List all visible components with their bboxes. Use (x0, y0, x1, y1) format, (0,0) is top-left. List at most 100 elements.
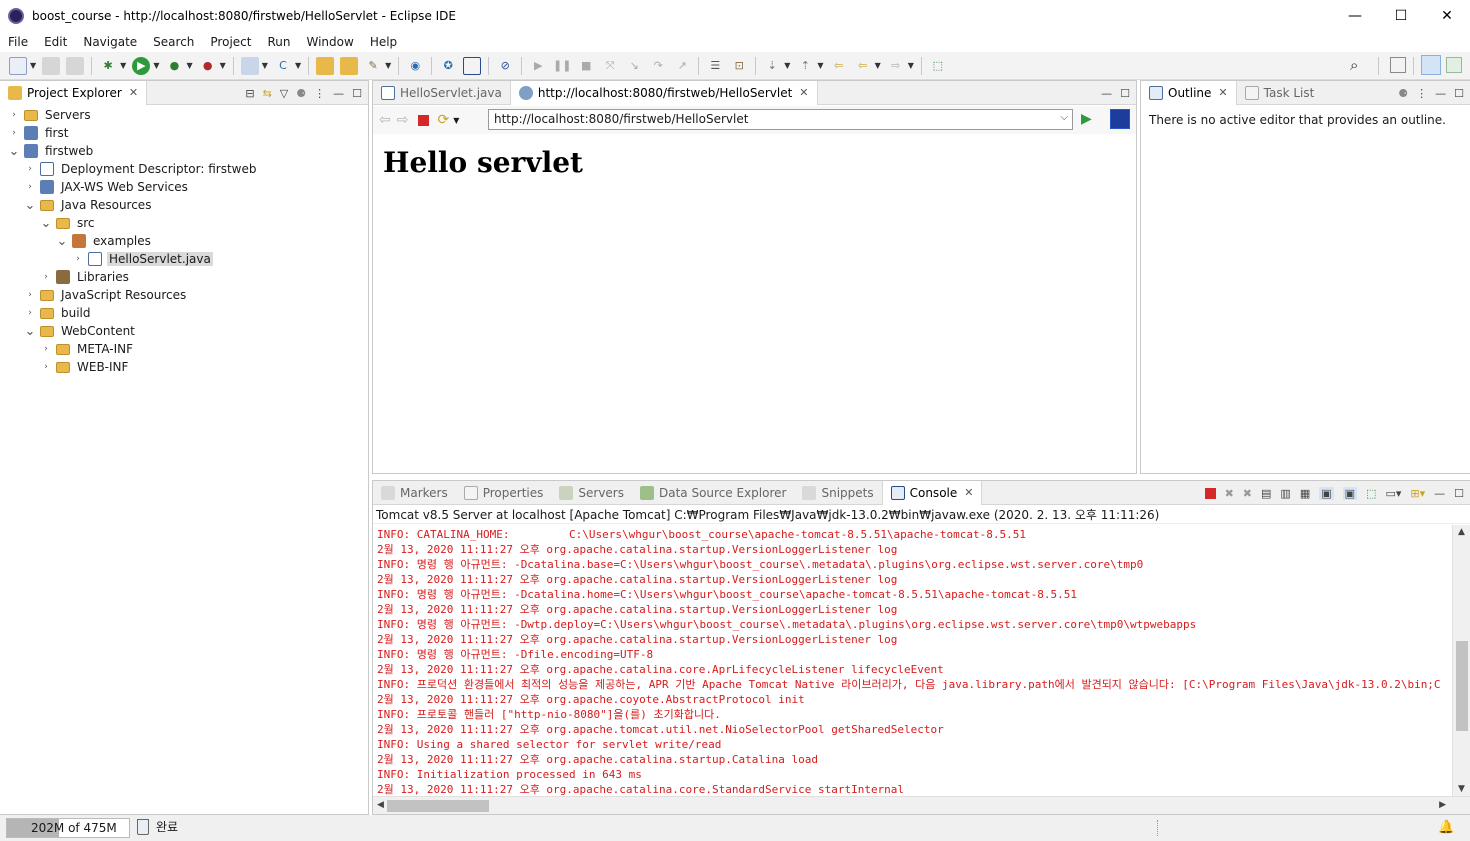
save-icon[interactable] (42, 56, 61, 75)
view-menu-icon[interactable]: ⋮ (314, 87, 325, 100)
menu-help[interactable]: Help (362, 35, 405, 49)
tree-node[interactable]: › Deployment Descriptor: firstweb (0, 160, 368, 178)
link-with-editor-icon[interactable]: ⇆ (263, 87, 272, 100)
minimize-view-icon[interactable]: — (1101, 87, 1112, 100)
tab-console[interactable]: Console ✕ (881, 480, 983, 505)
menu-window[interactable]: Window (298, 35, 361, 49)
tree-node[interactable]: › WEB-INF (0, 358, 368, 376)
debug-dropdown-icon[interactable]: ▼ (120, 61, 126, 70)
collapse-all-icon[interactable]: ⊟ (245, 87, 254, 100)
open-perspective-button-icon[interactable] (1390, 57, 1406, 73)
scroll-left-icon[interactable]: ◀ (377, 800, 384, 810)
last-edit-location-icon[interactable]: ⇦ (830, 57, 848, 75)
minimize-button[interactable]: — (1332, 0, 1378, 31)
coverage-dropdown-icon[interactable]: ▼ (186, 61, 192, 70)
scroll-right-icon[interactable]: ▶ (1439, 800, 1446, 810)
new-icon[interactable] (9, 56, 27, 75)
tree-node[interactable]: ⌄ firstweb (0, 142, 368, 160)
chevron-down-icon[interactable]: ⌄ (8, 144, 20, 159)
url-history-chevron-icon[interactable]: ⌵ (1060, 112, 1068, 123)
tree-node[interactable]: › Servers (0, 106, 368, 124)
chevron-right-icon[interactable]: › (40, 272, 52, 282)
disconnect-icon[interactable]: ⤧ (601, 57, 619, 75)
open-task-icon[interactable] (340, 56, 359, 75)
chevron-right-icon[interactable]: › (40, 362, 52, 372)
tab-outline[interactable]: Outline ✕ (1141, 80, 1237, 105)
external-tools-icon[interactable]: ● (199, 57, 217, 75)
tab-data-source-explorer[interactable]: Data Source Explorer (632, 481, 794, 505)
chevron-right-icon[interactable]: › (24, 290, 36, 300)
scrollbar-thumb[interactable] (387, 800, 489, 812)
next-annotation-icon[interactable]: ⇣ (763, 57, 781, 75)
garbage-collect-icon[interactable] (137, 819, 149, 835)
save-all-icon[interactable] (66, 56, 85, 75)
tree-node[interactable]: › JavaScript Resources (0, 286, 368, 304)
tree-node[interactable]: ⌄ src (0, 214, 368, 232)
chevron-right-icon[interactable]: › (24, 308, 36, 318)
open-console-icon[interactable]: ⊞▾ (1410, 487, 1425, 500)
maximize-view-icon[interactable]: ☐ (1454, 87, 1464, 100)
step-into-icon[interactable]: ↘ (625, 57, 643, 75)
chevron-right-icon[interactable]: › (24, 182, 36, 192)
menu-project[interactable]: Project (202, 35, 259, 49)
tab-servers[interactable]: Servers (551, 481, 632, 505)
tree-node[interactable]: › JAX-WS Web Services (0, 178, 368, 196)
tree-node[interactable]: › first (0, 124, 368, 142)
new-java-class-icon[interactable]: C (274, 57, 292, 75)
suspend-icon[interactable]: ❚❚ (553, 57, 571, 75)
skip-breakpoints-icon[interactable]: ⊘ (496, 57, 514, 75)
search-tool-dropdown-icon[interactable]: ▼ (385, 61, 391, 70)
maximize-button[interactable]: ☐ (1378, 0, 1424, 31)
heap-status[interactable]: 202M of 475M (6, 818, 130, 838)
chevron-right-icon[interactable]: › (40, 344, 52, 354)
tree-node[interactable]: ⌄ WebContent (0, 322, 368, 340)
pin-console-icon[interactable]: ⬚ (1366, 487, 1376, 500)
chevron-down-icon[interactable]: ⌄ (24, 198, 36, 213)
resume-icon[interactable]: ▶ (529, 57, 547, 75)
back-dropdown-icon[interactable]: ▼ (875, 61, 881, 70)
menu-file[interactable]: File (0, 35, 36, 49)
notification-bell-icon[interactable]: 🔔 (1438, 820, 1454, 835)
chevron-down-icon[interactable]: ⌄ (40, 216, 52, 231)
chevron-right-icon[interactable]: › (8, 110, 20, 120)
run-dropdown-icon[interactable]: ▼ (153, 61, 159, 70)
open-external-browser-icon[interactable] (1110, 109, 1130, 129)
chevron-right-icon[interactable]: › (72, 254, 84, 264)
search-tool-icon[interactable]: ✎ (364, 57, 382, 75)
new-dropdown-icon[interactable]: ▼ (30, 61, 36, 70)
browser-forward-icon[interactable]: ⇨ (397, 112, 409, 128)
minimize-view-icon[interactable]: — (333, 87, 344, 100)
new-server-icon[interactable] (240, 56, 259, 75)
chevron-down-icon[interactable]: ⌄ (24, 324, 36, 339)
tab-task-list[interactable]: Task List (1237, 81, 1323, 105)
url-field[interactable]: http://localhost:8080/firstweb/HelloServ… (488, 109, 1073, 130)
maximize-view-icon[interactable]: ☐ (1120, 87, 1130, 100)
terminate-icon[interactable] (1204, 487, 1216, 499)
new-class-dropdown-icon[interactable]: ▼ (295, 61, 301, 70)
focus-icon[interactable]: ⚈ (1398, 87, 1408, 100)
previous-annotation-icon[interactable]: ⇡ (796, 57, 814, 75)
tree-node[interactable]: › HelloServlet.java (0, 250, 368, 268)
maximize-view-icon[interactable]: ☐ (352, 87, 362, 100)
new-server-dropdown-icon[interactable]: ▼ (262, 61, 268, 70)
tab-markers[interactable]: Markers (373, 481, 456, 505)
coverage-icon[interactable]: ● (165, 57, 183, 75)
previous-annotation-dropdown-icon[interactable]: ▼ (817, 61, 823, 70)
java-perspective-icon[interactable] (1446, 57, 1462, 73)
browser-stop-icon[interactable] (418, 114, 430, 126)
pin-editor-icon[interactable]: ⬚ (929, 57, 947, 75)
close-tab-icon[interactable]: ✕ (1218, 86, 1227, 99)
tree-node[interactable]: › build (0, 304, 368, 322)
console-vertical-scrollbar[interactable]: ▲ ▼ (1452, 525, 1470, 796)
tree-node[interactable]: ⌄ examples (0, 232, 368, 250)
scroll-lock-icon[interactable]: ▥ (1280, 487, 1290, 500)
open-perspective-icon[interactable]: ✪ (439, 57, 457, 75)
menu-run[interactable]: Run (259, 35, 298, 49)
java-ee-perspective-icon[interactable] (1421, 55, 1441, 75)
menu-navigate[interactable]: Navigate (75, 35, 145, 49)
browser-refresh-icon[interactable]: ⟳ (437, 112, 449, 128)
display-selected-console-icon[interactable]: ▭▾ (1385, 487, 1401, 500)
menu-search[interactable]: Search (145, 35, 202, 49)
show-on-stdout-icon[interactable]: ▣ (1319, 486, 1334, 500)
forward-icon[interactable]: ⇨ (887, 57, 905, 75)
